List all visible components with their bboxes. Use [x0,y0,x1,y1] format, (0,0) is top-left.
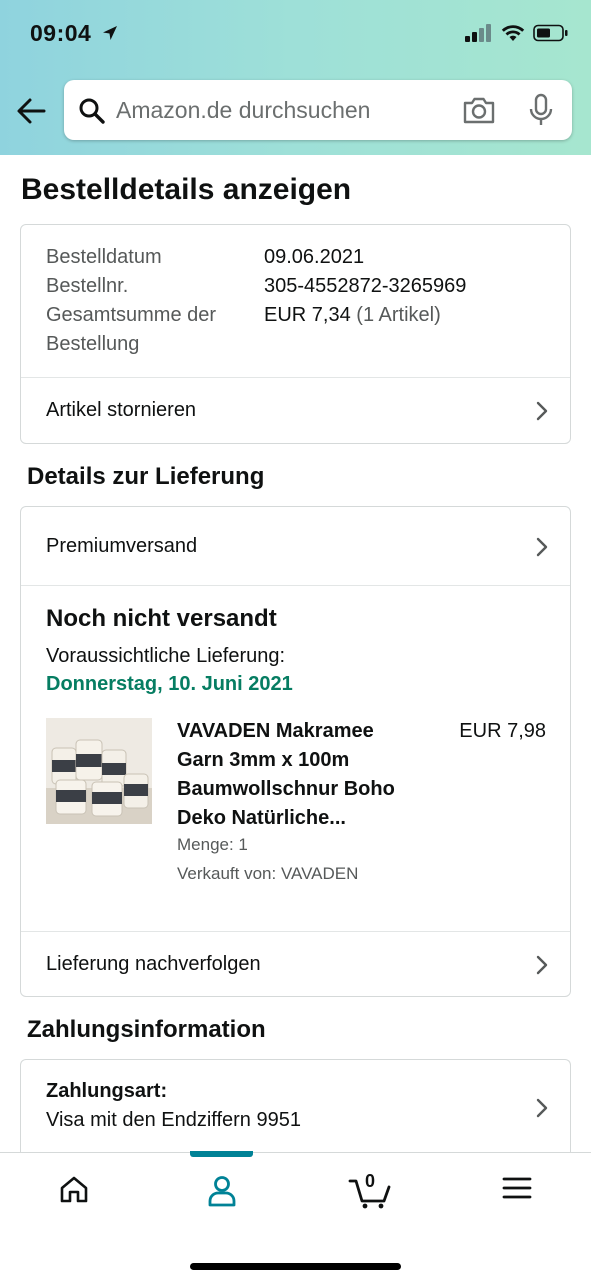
camera-icon[interactable] [462,95,496,130]
status-time: 09:04 [30,20,92,46]
chevron-right-icon [536,1098,548,1123]
signal-icon [465,24,493,47]
track-delivery-label: Lieferung nachverfolgen [46,952,261,975]
product-title-line: Garn 3mm x 100m [177,749,350,771]
search-icon [78,97,106,130]
product-title-line: VAVADEN Makramee [177,720,374,742]
cancel-items-label: Artikel stornieren [46,398,197,421]
order-number-value: 305-4552872-3265969 [264,275,467,297]
bottom-nav: 0 [0,1151,591,1281]
home-icon[interactable] [44,1175,104,1219]
order-total-label-line1: Gesamtsumme der [46,304,217,326]
menu-icon[interactable] [487,1175,547,1219]
location-arrow-icon [101,24,119,47]
product-price: EUR 7,98 [459,720,546,742]
cart-icon[interactable]: 0 [340,1171,400,1219]
order-total-value: EUR 7,34 (1 Artikel) [264,301,441,330]
payment-method-value: Visa mit den Endziffern 9951 [46,1109,301,1131]
shipment-status: Noch nicht versandt [46,605,277,632]
search-input[interactable] [116,80,446,140]
page-title: Bestelldetails anzeigen [21,173,352,206]
product-image[interactable] [46,718,152,824]
status-indicators [465,24,569,47]
order-total-items: (1 Artikel) [356,304,441,326]
order-total-amount: EUR 7,34 [264,304,351,326]
product-title[interactable]: VAVADEN Makramee Garn 3mm x 100m Baumwol… [177,717,427,833]
payment-method-label: Zahlungsart: [46,1080,168,1102]
wifi-icon [501,24,525,47]
delivery-section-title: Details zur Lieferung [27,463,265,490]
divider [21,585,570,586]
back-arrow-icon[interactable] [14,93,50,129]
cart-count: 0 [364,1171,375,1191]
order-date-label: Bestelldatum [46,246,162,268]
payment-section-title: Zahlungsinformation [27,1016,266,1043]
microphone-icon[interactable] [528,93,554,132]
app-header: 09:04 [0,0,591,155]
product-quantity: Menge: 1 [177,835,248,854]
order-date-value: 09.06.2021 [264,246,365,268]
chevron-right-icon [536,401,548,426]
delivery-card: Premiumversand Noch nicht versandt Vorau… [20,506,571,997]
nav-active-indicator [190,1151,253,1157]
product-title-line: Deko Natürliche... [177,807,346,829]
product-title-line: Baumwollschnur Boho [177,778,395,800]
order-summary-card: Bestelldatum 09.06.2021 Bestellnr. 305-4… [20,224,571,444]
battery-icon [533,24,569,47]
order-number-label: Bestellnr. [46,275,129,297]
search-bar[interactable] [64,80,572,140]
cancel-items-link[interactable]: Artikel stornieren [21,377,570,443]
expected-delivery-label: Voraussichtliche Lieferung: [46,645,286,667]
home-indicator [190,1263,401,1270]
track-delivery-link[interactable]: Lieferung nachverfolgen [21,931,570,997]
order-total-label-line2: Bestellung [46,333,140,355]
product-seller: Verkauft von: VAVADEN [177,864,359,883]
chevron-right-icon [536,537,548,562]
account-icon[interactable] [192,1175,252,1219]
shipping-method-link[interactable]: Premiumversand [21,513,570,579]
chevron-right-icon [536,955,548,980]
expected-delivery-date: Donnerstag, 10. Juni 2021 [46,673,293,695]
shipping-method-label: Premiumversand [46,534,198,557]
